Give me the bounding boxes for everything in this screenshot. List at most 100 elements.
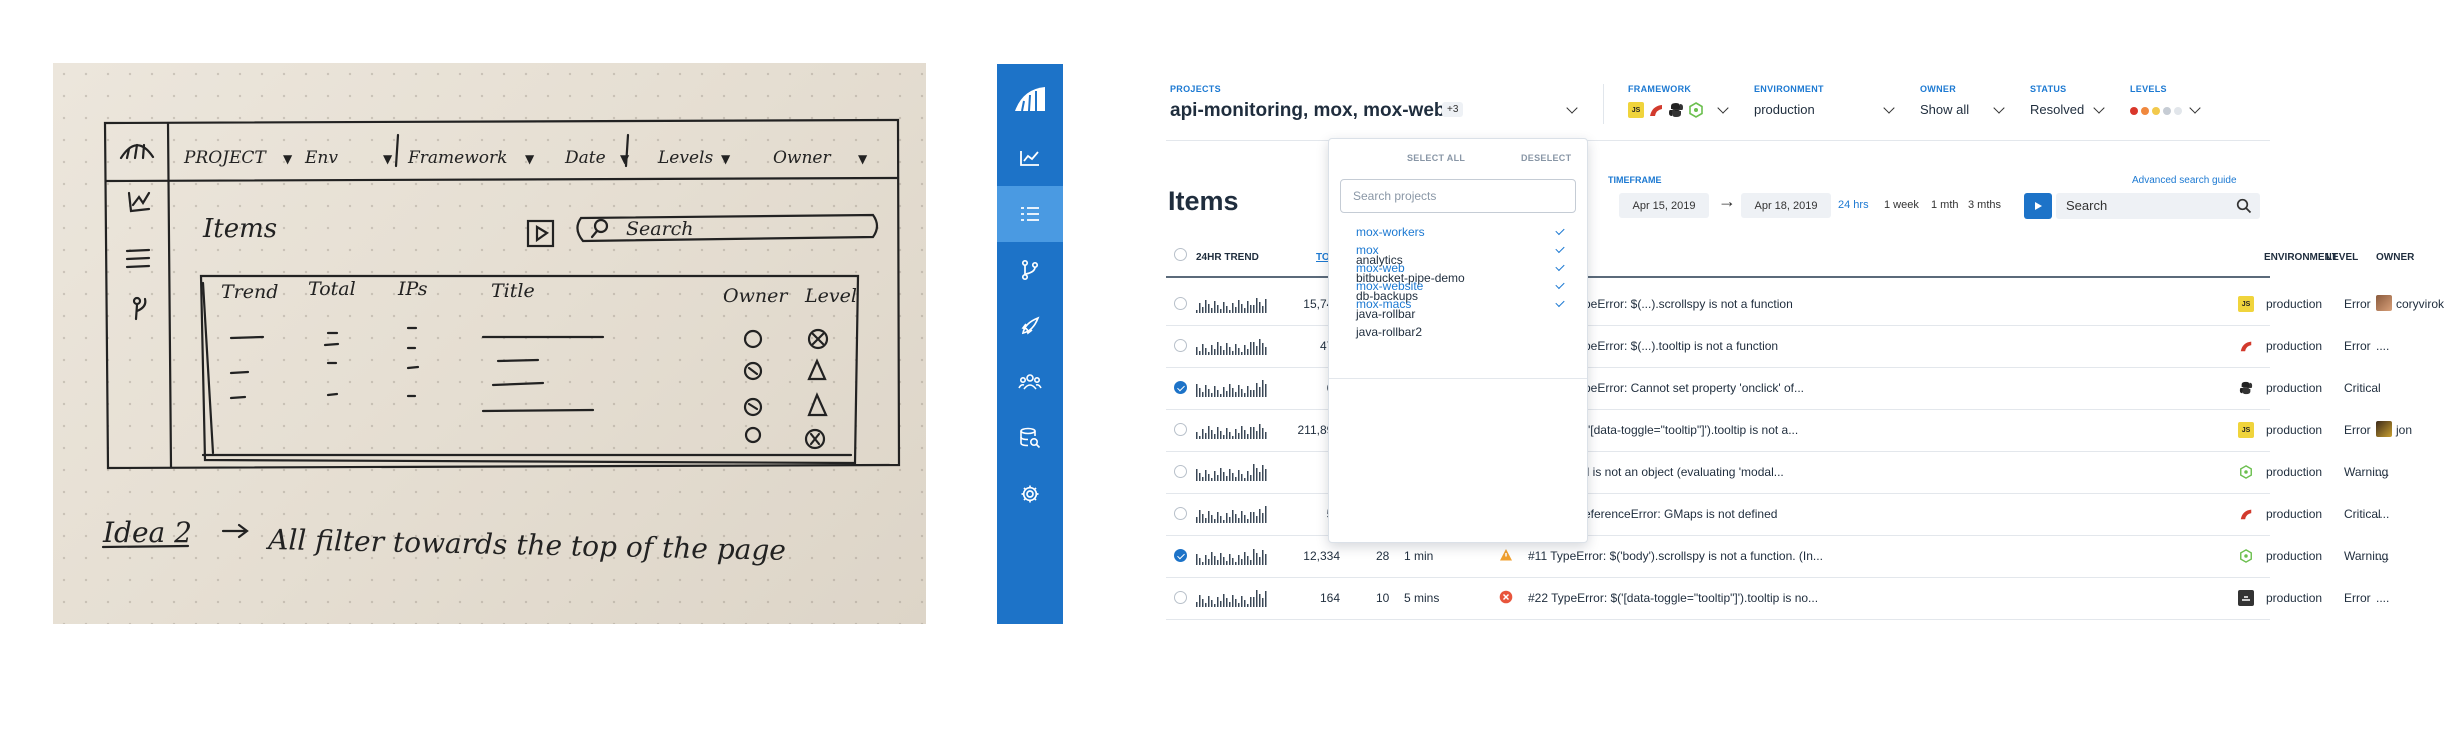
- row-environment: production: [2266, 591, 2323, 605]
- table-row[interactable]: 211,896 ('[data-toggle="tooltip"]').toolt…: [1150, 410, 2412, 452]
- chevron-down-icon: [1883, 102, 1895, 114]
- sparkline-bar: [1232, 473, 1234, 481]
- sparkline-bar: [1229, 384, 1231, 397]
- sparkline-bar: [1244, 393, 1246, 397]
- row-title[interactable]: ('[data-toggle="tooltip"]').tooltip is n…: [1584, 423, 1798, 437]
- chevron-down-icon: [1717, 102, 1729, 114]
- sparkline-bar: [1250, 427, 1252, 439]
- nav-items[interactable]: [997, 186, 1063, 242]
- node-icon: [2238, 548, 2254, 564]
- row-title[interactable]: peError: Cannot set property 'onclick' o…: [1584, 381, 1804, 395]
- select-all-button[interactable]: SELECT ALL: [1407, 153, 1465, 163]
- row-checkbox[interactable]: [1174, 591, 1187, 604]
- sparkline-bar: [1202, 392, 1204, 397]
- sparkline-bar: [1214, 556, 1216, 565]
- project-option[interactable]: db-backups: [1356, 289, 1418, 303]
- sparkline-bar: [1199, 303, 1201, 313]
- row-title[interactable]: peError: $(...).scrollspy is not a funct…: [1584, 297, 1793, 311]
- sparkline-bar: [1217, 390, 1219, 397]
- row-checkbox[interactable]: [1174, 423, 1187, 436]
- row-title[interactable]: eferenceError: GMaps is not defined: [1584, 507, 1777, 521]
- project-search-input[interactable]: [1353, 189, 1563, 203]
- project-option[interactable]: bitbucket-pipe-demo: [1356, 271, 1465, 285]
- table-row[interactable]: 164 10 5 mins #22 TypeError: $('[data-toggl…: [1150, 578, 2389, 620]
- sparkline-bar: [1265, 554, 1267, 565]
- project-option[interactable]: analytics: [1356, 253, 1403, 267]
- sparkline-bar: [1250, 560, 1252, 565]
- row-total: 12,334: [1303, 549, 1340, 563]
- sketch-nav-project: PROJECT: [183, 148, 267, 168]
- sparkline-bar: [1217, 512, 1219, 523]
- sparkline-bar: [1217, 475, 1219, 481]
- sparkline-bar: [1244, 552, 1246, 565]
- python-icon: [2238, 380, 2254, 396]
- search-icon[interactable]: [2236, 198, 2252, 214]
- nav-settings[interactable]: [997, 466, 1063, 522]
- row-title[interactable]: #11 TypeError: $('body').scrollspy is no…: [1528, 549, 1823, 563]
- date-to[interactable]: Apr 18, 2019: [1741, 193, 1831, 218]
- row-owner[interactable]: coryvirok: [2396, 297, 2444, 311]
- sparkline-bar: [1253, 305, 1255, 313]
- sparkline-bar: [1223, 594, 1225, 607]
- deselect-button[interactable]: DESELECT: [1521, 153, 1571, 163]
- row-checkbox[interactable]: [1174, 339, 1187, 352]
- row-level: Error: [2344, 591, 2371, 605]
- sparkline-bar: [1247, 386, 1249, 397]
- sparkline-bar: [1211, 345, 1213, 355]
- gear-icon: [1021, 485, 1039, 503]
- rollbar-logo-icon[interactable]: [997, 76, 1063, 122]
- row-checkbox[interactable]: [1174, 297, 1187, 310]
- nav-people[interactable]: [997, 354, 1063, 410]
- table-row[interactable]: 15,746 peError: $(...).scrollspy is not a…: [1150, 284, 2444, 326]
- sketch-col-ips: IPs: [397, 278, 428, 300]
- error-icon: [1499, 590, 1513, 604]
- advanced-search-link[interactable]: Advanced search guide: [2132, 175, 2237, 186]
- project-option-selected[interactable]: mox-workers: [1356, 225, 1425, 239]
- sparkline-bar: [1265, 506, 1267, 523]
- sparkline-bar: [1262, 428, 1264, 439]
- sparkline-bar: [1259, 424, 1261, 439]
- sparkline-bar: [1223, 387, 1225, 397]
- range-1week[interactable]: 1 week: [1884, 199, 1919, 211]
- range-1mth[interactable]: 1 mth: [1931, 199, 1959, 211]
- project-option[interactable]: java-rollbar2: [1356, 325, 1422, 339]
- table-row[interactable]: 1ll is not an object (evaluating 'modal.…: [1150, 452, 2389, 494]
- nav-rql[interactable]: [997, 410, 1063, 466]
- project-option[interactable]: java-rollbar: [1356, 307, 1415, 321]
- row-checkbox[interactable]: [1174, 549, 1187, 562]
- row-title[interactable]: #22 TypeError: $('[data-toggle="tooltip"…: [1528, 591, 1818, 605]
- table-row[interactable]: 474peError: $(...).tooltip is not a func…: [1150, 326, 2389, 368]
- sparkline-bar: [1232, 351, 1234, 355]
- row-title[interactable]: peError: $(...).tooltip is not a functio…: [1584, 339, 1778, 353]
- sparkline-bar: [1223, 435, 1225, 439]
- row-level: Error: [2344, 297, 2371, 311]
- level-dot-debug: [2174, 107, 2182, 115]
- play-button[interactable]: [2024, 193, 2052, 219]
- sparkline-bar: [1256, 590, 1258, 607]
- sparkline-bar: [1235, 562, 1237, 565]
- table-row[interactable]: 12,334 28 1 min #11 TypeError: $('body').sc…: [1150, 536, 2389, 578]
- search-input[interactable]: [2066, 198, 2216, 213]
- sparkline-bar: [1244, 515, 1246, 523]
- sparkline-bar: [1202, 477, 1204, 481]
- row-checkbox[interactable]: [1174, 465, 1187, 478]
- range-24h[interactable]: 24 hrs: [1838, 199, 1869, 211]
- nav-dashboard[interactable]: [997, 130, 1063, 186]
- table-row[interactable]: 63peError: Cannot set property 'onclick'…: [1150, 368, 2381, 410]
- sketch-caption: All filter towards the top of the page: [265, 523, 786, 567]
- sparkline-bar: [1229, 517, 1231, 523]
- levels-label: LEVELS: [2130, 84, 2167, 94]
- row-title[interactable]: ll is not an object (evaluating 'modal..…: [1584, 465, 1784, 479]
- sparkline-bar: [1205, 433, 1207, 439]
- row-checkbox[interactable]: [1174, 507, 1187, 520]
- nav-deploys[interactable]: [997, 298, 1063, 354]
- select-all-checkbox[interactable]: [1174, 248, 1187, 261]
- range-3mths[interactable]: 3 mths: [1968, 199, 2001, 211]
- nav-versions[interactable]: [997, 242, 1063, 298]
- date-from[interactable]: Apr 15, 2019: [1619, 193, 1709, 218]
- table-row[interactable]: 55eferenceError: GMaps is not definedpro…: [1150, 494, 2389, 536]
- row-checkbox[interactable]: [1174, 381, 1187, 394]
- sparkline-bar: [1199, 473, 1201, 481]
- row-owner[interactable]: jon: [2396, 423, 2412, 437]
- sparkline-bar: [1265, 299, 1267, 313]
